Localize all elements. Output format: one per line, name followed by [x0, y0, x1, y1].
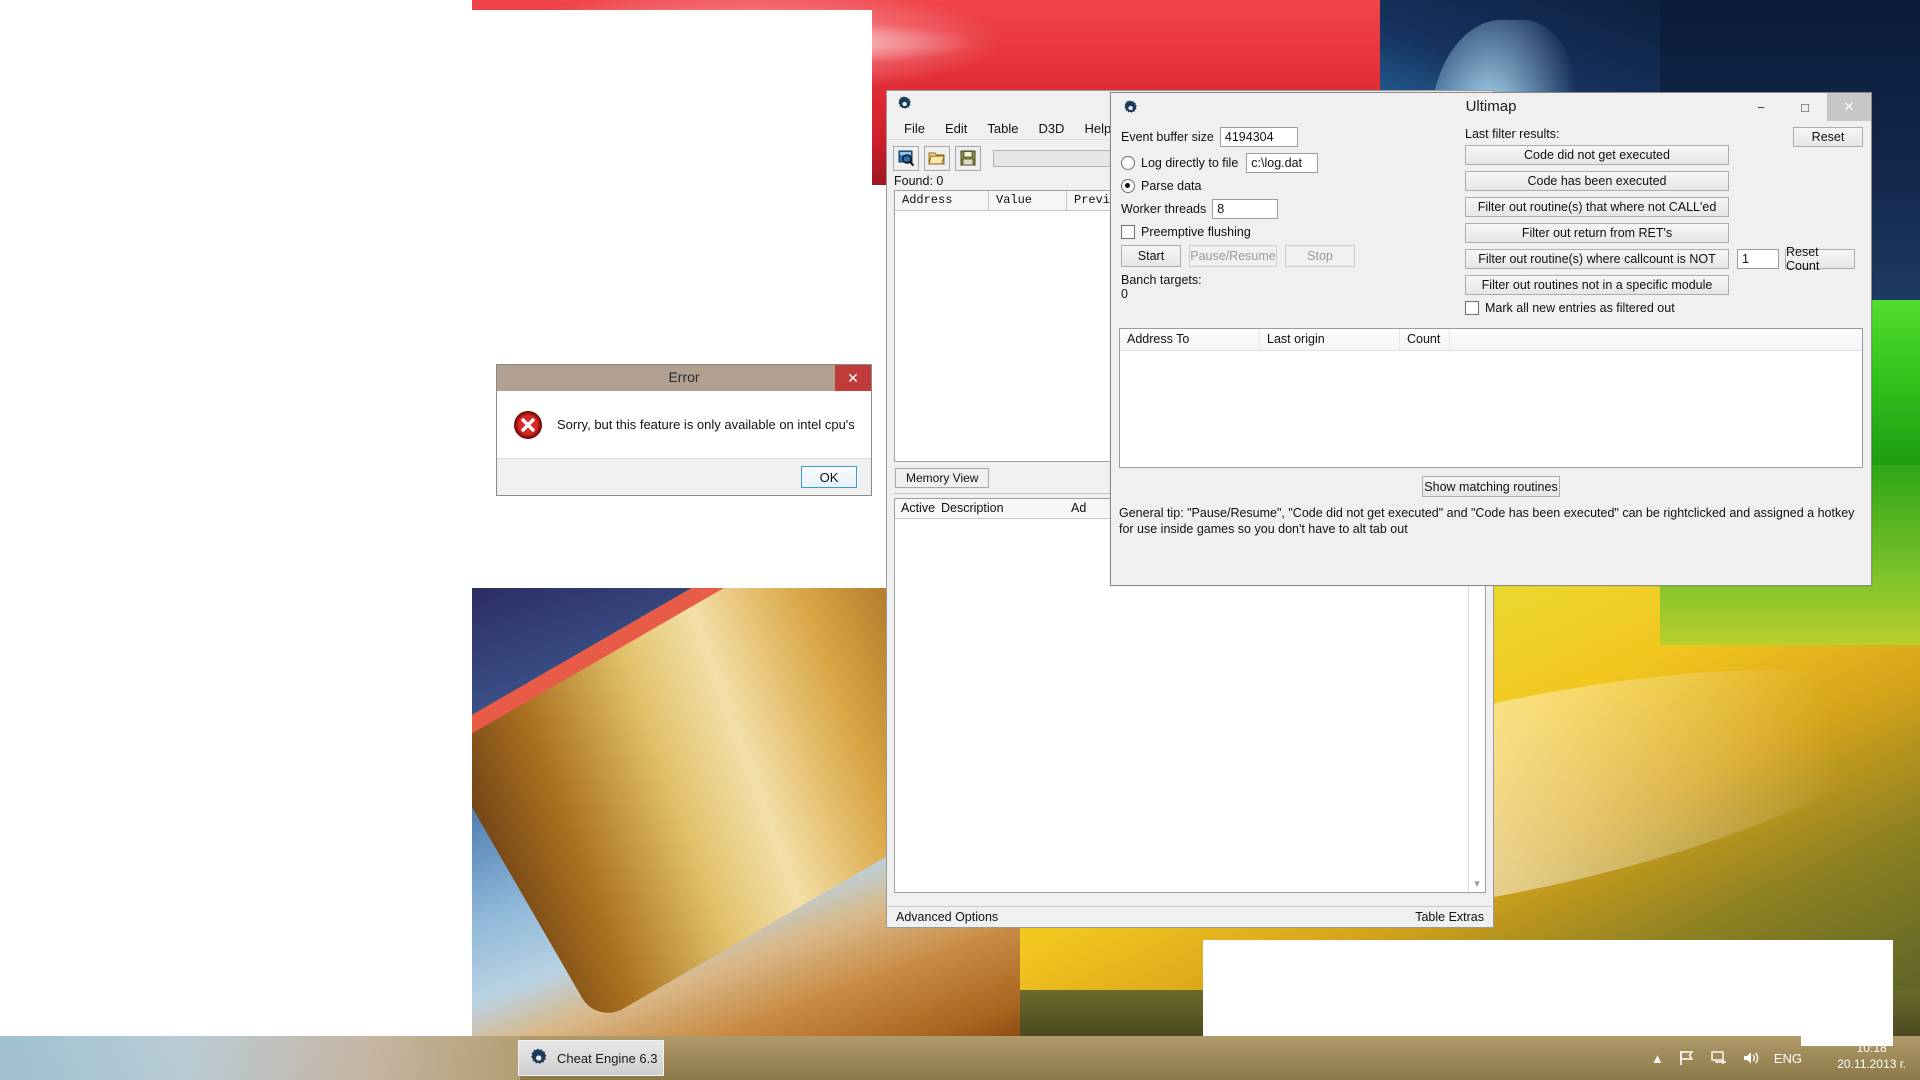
save-button[interactable] — [955, 146, 981, 171]
error-circle-x-icon — [513, 410, 543, 440]
worker-threads-input[interactable]: 8 — [1212, 199, 1278, 219]
preemptive-flushing-label: Preemptive flushing — [1141, 225, 1251, 239]
maximize-button[interactable]: □ — [1783, 93, 1827, 121]
filter-callcount-not-button[interactable]: Filter out routine(s) where callcount is… — [1465, 249, 1729, 269]
log-to-file-label: Log directly to file — [1141, 156, 1238, 170]
taskbar-left-blur — [0, 1036, 520, 1080]
parse-data-radio[interactable] — [1121, 179, 1135, 193]
ultimap-body: Event buffer size 4194304 Log directly t… — [1111, 123, 1871, 585]
error-dialog-titlebar[interactable]: Error ✕ — [497, 365, 871, 391]
log-file-input[interactable]: c:\log.dat — [1246, 153, 1318, 173]
ultimap-results-header: Address To Last origin Count — [1120, 329, 1862, 351]
wallpaper-top-left-band — [0, 0, 472, 10]
clock-occluder — [1801, 1036, 1893, 1046]
menu-item-table[interactable]: Table — [977, 120, 1028, 137]
system-tray[interactable]: ▲ ENG — [1651, 1036, 1802, 1080]
table-extras-link[interactable]: Table Extras — [1415, 910, 1484, 924]
ultimap-filters-panel: Last filter results: Reset Code did not … — [1465, 127, 1863, 321]
ultimap-window-controls[interactable]: − □ ✕ — [1739, 93, 1871, 121]
minimize-button[interactable]: − — [1739, 93, 1783, 121]
taskbar-item-label: Cheat Engine 6.3 — [557, 1051, 657, 1066]
parse-data-row[interactable]: Parse data — [1121, 179, 1451, 193]
scroll-down-icon[interactable]: ▾ — [1470, 876, 1484, 890]
filter-code-not-executed-button[interactable]: Code did not get executed — [1465, 145, 1729, 165]
network-icon[interactable] — [1710, 1050, 1728, 1066]
taskbar[interactable]: Cheat Engine 6.3 ▲ ENG 10:18 20.11.2013 … — [0, 1036, 1920, 1080]
start-button[interactable]: Start — [1121, 245, 1181, 267]
error-message: Sorry, but this feature is only availabl… — [557, 417, 855, 432]
open-file-button[interactable] — [924, 146, 950, 171]
column-address: Address — [895, 191, 989, 210]
column-spacer — [1450, 329, 1862, 350]
event-buffer-row: Event buffer size 4194304 — [1121, 127, 1451, 147]
ultimap-window[interactable]: Ultimap − □ ✕ Event buffer size 4194304 … — [1110, 92, 1872, 586]
clock-date: 20.11.2013 г. — [1837, 1056, 1906, 1072]
stop-button[interactable]: Stop — [1285, 245, 1355, 267]
column-value: Value — [989, 191, 1067, 210]
cheat-engine-statusbar: Advanced Options Table Extras — [888, 906, 1492, 926]
error-dialog-footer: OK — [497, 459, 871, 495]
action-center-flag-icon[interactable] — [1678, 1050, 1696, 1066]
wallpaper-left-area — [0, 10, 472, 586]
column-active: Active — [895, 499, 935, 518]
event-buffer-label: Event buffer size — [1121, 130, 1214, 144]
filter-specific-module-button[interactable]: Filter out routines not in a specific mo… — [1465, 275, 1729, 295]
error-dialog-title: Error — [497, 369, 871, 385]
wallpaper-white-sheet-2 — [472, 500, 772, 596]
branch-targets-label: Banch targets: — [1121, 273, 1451, 287]
preemptive-flushing-checkbox[interactable] — [1121, 225, 1135, 239]
ultimap-titlebar[interactable]: Ultimap − □ ✕ — [1111, 93, 1871, 123]
cheat-engine-icon — [527, 1047, 549, 1069]
error-close-button[interactable]: ✕ — [835, 365, 871, 391]
error-dialog-body: Sorry, but this feature is only availabl… — [497, 391, 871, 459]
general-tip-text: General tip: "Pause/Resume", "Code did n… — [1119, 505, 1863, 537]
filter-return-from-rets-button[interactable]: Filter out return from RET's — [1465, 223, 1729, 243]
callcount-input[interactable]: 1 — [1737, 249, 1779, 269]
mark-new-entries-row[interactable]: Mark all new entries as filtered out — [1465, 301, 1863, 315]
chevron-up-icon[interactable]: ▲ — [1651, 1051, 1664, 1066]
save-disk-icon — [959, 149, 977, 167]
open-process-button[interactable] — [893, 146, 919, 171]
log-to-file-radio[interactable] — [1121, 156, 1135, 170]
column-description: Description — [935, 499, 1065, 518]
filter-code-executed-button[interactable]: Code has been executed — [1465, 171, 1729, 191]
log-to-file-row[interactable]: Log directly to file c:\log.dat — [1121, 153, 1451, 173]
column-last-origin: Last origin — [1260, 329, 1400, 350]
language-indicator[interactable]: ENG — [1774, 1051, 1802, 1066]
branch-targets-value: 0 — [1121, 287, 1451, 301]
wallpaper-bottom-left-white — [0, 586, 472, 1058]
filter-not-called-button[interactable]: Filter out routine(s) that where not CAL… — [1465, 197, 1729, 217]
reset-count-button[interactable]: Reset Count — [1785, 249, 1855, 269]
show-matching-routines-button[interactable]: Show matching routines — [1422, 476, 1560, 497]
close-button[interactable]: ✕ — [1827, 93, 1871, 121]
preemptive-flushing-row[interactable]: Preemptive flushing — [1121, 225, 1451, 239]
mark-new-entries-checkbox[interactable] — [1465, 301, 1479, 315]
advanced-options-link[interactable]: Advanced Options — [896, 910, 998, 924]
mark-new-entries-label: Mark all new entries as filtered out — [1485, 301, 1675, 315]
cheat-engine-icon — [895, 95, 913, 113]
event-buffer-input[interactable]: 4194304 — [1220, 127, 1298, 147]
menu-item-file[interactable]: File — [894, 120, 935, 137]
worker-threads-label: Worker threads — [1121, 202, 1206, 216]
taskbar-item-cheat-engine[interactable]: Cheat Engine 6.3 — [518, 1040, 664, 1076]
menu-item-d3d[interactable]: D3D — [1028, 120, 1074, 137]
ultimap-results-table[interactable]: Address To Last origin Count — [1119, 328, 1863, 468]
ok-button[interactable]: OK — [801, 466, 857, 488]
open-process-icon — [897, 149, 915, 167]
menu-item-edit[interactable]: Edit — [935, 120, 977, 137]
parse-data-label: Parse data — [1141, 179, 1201, 193]
reset-button[interactable]: Reset — [1793, 127, 1863, 147]
memory-view-button[interactable]: Memory View — [895, 468, 989, 488]
column-address-to: Address To — [1120, 329, 1260, 350]
ultimap-settings-panel: Event buffer size 4194304 Log directly t… — [1121, 127, 1451, 301]
open-folder-icon — [928, 149, 946, 167]
transport-buttons-row: Start Pause/Resume Stop — [1121, 245, 1451, 267]
error-dialog[interactable]: Error ✕ Sorry, but this feature is only … — [496, 364, 872, 496]
pause-resume-button[interactable]: Pause/Resume — [1189, 245, 1277, 267]
volume-icon[interactable] — [1742, 1050, 1760, 1066]
worker-threads-row: Worker threads 8 — [1121, 199, 1451, 219]
column-count: Count — [1400, 329, 1450, 350]
